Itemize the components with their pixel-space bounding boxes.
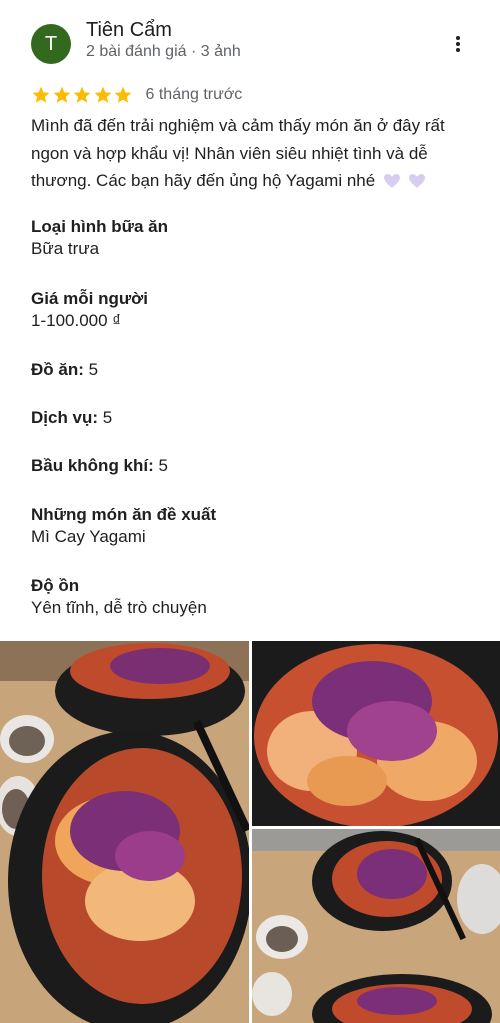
heart-icon	[408, 174, 425, 188]
attr-value: 1-100.000 ₫	[31, 311, 122, 330]
review-photo-3[interactable]	[252, 829, 500, 1023]
attr-value: Bữa trưa	[31, 239, 100, 258]
attr-service: Dịch vụ: 5	[31, 407, 471, 429]
attr-title: Những món ăn đề xuất	[31, 505, 217, 524]
attr-atmosphere: Bầu không khí: 5	[31, 455, 471, 477]
attr-value: 5	[102, 408, 113, 427]
attr-noise: Độ ồn Yên tĩnh, dễ trò chuyện	[31, 575, 471, 619]
attr-title: Giá mỗi người	[31, 289, 148, 308]
review-header: T Tiên Cẩm 2 bài đánh giá · 3 ảnh	[0, 0, 500, 82]
heart-icon	[383, 174, 400, 188]
attr-value: Yên tĩnh, dễ trò chuyện	[31, 598, 207, 617]
attr-title: Độ ồn	[31, 576, 80, 595]
attr-title: Dịch vụ:	[31, 408, 99, 427]
attr-title: Bầu không khí:	[31, 456, 154, 475]
attr-value: 5	[88, 360, 99, 379]
reviewer-meta: 2 bài đánh giá · 3 ảnh	[86, 43, 241, 60]
star-rating	[31, 85, 134, 105]
review-photo-1[interactable]	[0, 641, 249, 1023]
reviewer-name[interactable]: Tiên Cẩm	[86, 19, 172, 42]
photo-grid	[0, 641, 500, 1023]
rating-row: 6 tháng trước	[31, 84, 242, 106]
review-text: Mình đã đến trải nghiệm và cảm thấy món …	[31, 112, 481, 195]
star-icon	[32, 86, 50, 103]
star-icon	[73, 86, 91, 103]
avatar[interactable]: T	[31, 24, 71, 64]
attr-meal-type: Loại hình bữa ăn Bữa trưa	[31, 216, 471, 260]
attr-title: Loại hình bữa ăn	[31, 217, 168, 236]
star-icon	[53, 86, 70, 103]
more-vert-icon[interactable]	[446, 32, 470, 56]
attr-food: Đồ ăn: 5	[31, 359, 471, 381]
star-icon	[94, 86, 111, 103]
review-photo-2[interactable]	[252, 641, 500, 826]
star-icon	[114, 86, 132, 103]
attr-value: 5	[158, 456, 168, 475]
review-time: 6 tháng trước	[145, 86, 243, 103]
attr-value: Mì Cay Yagami	[31, 527, 146, 546]
attr-title: Đồ ăn:	[31, 360, 84, 379]
review-body: Mình đã đến trải nghiệm và cảm thấy món …	[31, 116, 445, 190]
attr-price: Giá mỗi người 1-100.000 ₫	[31, 288, 471, 332]
attr-recommended: Những món ăn đề xuất Mì Cay Yagami	[31, 504, 471, 548]
